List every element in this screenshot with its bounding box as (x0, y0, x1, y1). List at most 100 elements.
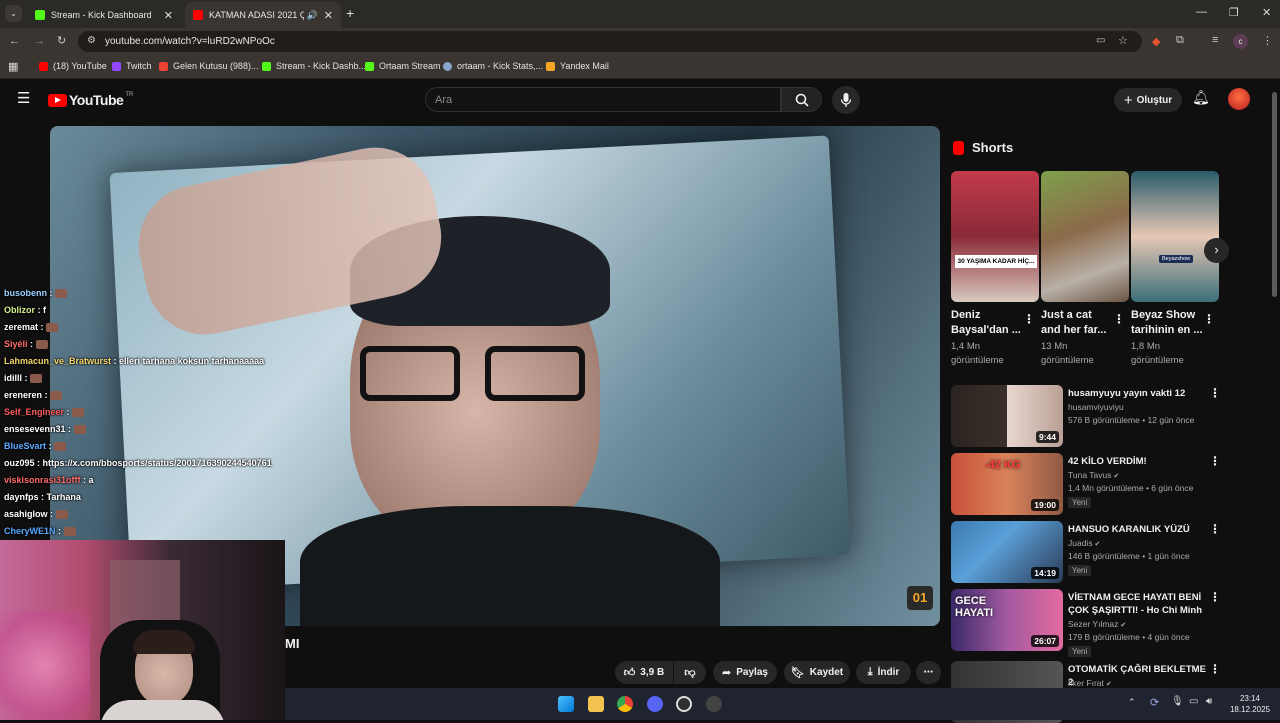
page-scrollbar[interactable] (1272, 92, 1277, 297)
bookmark-kick-stats[interactable]: ortaam - Kick Stats,... (443, 61, 543, 71)
reading-list-icon[interactable]: ≡ (1212, 34, 1218, 46)
short-menu-icon[interactable]: ⋮ (1113, 312, 1125, 326)
discord-icon[interactable] (647, 696, 663, 712)
share-button[interactable]: ➦ Paylaş (713, 661, 777, 684)
clock[interactable]: 23:14 18.12.2025 (1225, 693, 1275, 715)
profile-avatar[interactable]: c (1233, 34, 1248, 49)
video-menu-icon[interactable]: ⋮ (1209, 386, 1221, 400)
obs-icon[interactable] (676, 696, 692, 712)
bookmark-ortaam-stream[interactable]: Ortaam Stream (365, 61, 441, 71)
video-menu-icon[interactable]: ⋮ (1209, 662, 1221, 676)
chat-message: daynfps : Tarhana (4, 492, 81, 502)
like-button[interactable]: 👍︎ 3,9 B (615, 661, 673, 684)
bookmark-twitch[interactable]: Twitch (112, 61, 152, 71)
tray-mic-icon[interactable]: 🎙︎ (1171, 696, 1184, 707)
back-icon[interactable]: ← (9, 35, 20, 47)
tray-sync-icon[interactable]: ⟳ (1150, 696, 1159, 709)
windows-taskbar: ⌃ ⟳ 🎙︎ ▭ 🔊︎ 23:14 18.12.2025 (285, 688, 1280, 720)
dislike-button[interactable]: 👎︎ (674, 661, 706, 684)
chrome-icon[interactable] (617, 696, 633, 712)
audio-playing-icon[interactable]: 🔊 (307, 10, 318, 21)
video-meta: 576 B görüntüleme • 12 gün önce (1068, 415, 1195, 425)
chrome-menu-icon[interactable]: ⋮ (1262, 34, 1273, 47)
glasses (350, 346, 605, 406)
bookmark-youtube[interactable]: (18) YouTube (39, 61, 107, 71)
address-bar[interactable]: ⚙ youtube.com/watch?v=luRD2wNPoOc ▭ ☆ (78, 31, 1142, 52)
bookmark-kick-dashboard[interactable]: Stream - Kick Dashb... (262, 61, 366, 71)
voice-search-button[interactable] (832, 86, 860, 114)
video-menu-icon[interactable]: ⋮ (1209, 590, 1221, 604)
channel-name[interactable]: husamviyuviyu (1068, 402, 1124, 412)
close-tab-icon[interactable]: ✕ (164, 9, 173, 22)
bookmarks-bar: ▦ (18) YouTube Twitch Gelen Kutusu (988)… (0, 55, 1280, 79)
close-tab-icon[interactable]: ✕ (324, 9, 333, 22)
reload-icon[interactable]: ↻ (57, 34, 66, 47)
save-button[interactable]: 🔖︎ Kaydet (784, 661, 850, 684)
close-window-icon[interactable]: ✕ (1262, 6, 1271, 19)
video-title[interactable]: HANSUO KARANLIK YÜZÜ (1068, 523, 1208, 536)
region-code: TR (125, 92, 134, 98)
short-menu-icon[interactable]: ⋮ (1023, 312, 1035, 326)
apps-grid-icon[interactable]: ▦ (8, 60, 18, 73)
chat-username: CheryWE1N (4, 526, 56, 536)
video-title[interactable]: 42 KİLO VERDİM! (1068, 455, 1208, 468)
chat-message: Self_Engineer : (4, 407, 85, 418)
video-title[interactable]: husamyuyu yayın vakti 12 (1068, 387, 1208, 400)
video-thumbnail[interactable]: 9:44 (951, 385, 1063, 447)
short-thumbnail[interactable]: 30 YAŞIMA KADAR HİÇ... (951, 171, 1039, 302)
chat-separator: : (65, 424, 74, 434)
chat-username: zeremat (4, 322, 39, 332)
shorts-next-button[interactable]: › (1204, 238, 1229, 263)
search-input[interactable]: Ara (425, 87, 781, 112)
new-tab-button[interactable]: + (346, 5, 354, 21)
tab-kick-dashboard[interactable]: Stream - Kick Dashboard ✕ (27, 2, 181, 28)
short-menu-icon[interactable]: ⋮ (1203, 312, 1215, 326)
channel-name[interactable]: İlker Fırat ✔ (1068, 678, 1112, 688)
tray-network-icon[interactable]: ▭ (1189, 696, 1198, 707)
bookmark-gmail[interactable]: Gelen Kutusu (988)... (159, 61, 259, 71)
restore-icon[interactable]: ❐ (1229, 6, 1239, 19)
chat-username: viskisonrasi31offf (4, 475, 81, 485)
tray-volume-icon[interactable]: 🔊︎ (1206, 696, 1212, 707)
channel-avatar[interactable] (1228, 88, 1250, 110)
bookmark-star-icon[interactable]: ☆ (1118, 34, 1128, 47)
app-icon[interactable] (706, 696, 722, 712)
extensions-puzzle-icon[interactable]: ⧉ (1176, 34, 1184, 47)
video-thumbnail[interactable]: -42 KG 19:00 (951, 453, 1063, 515)
windows-start-icon[interactable] (558, 696, 574, 712)
cast-icon[interactable]: ▭ (1096, 35, 1105, 46)
search-button[interactable] (781, 87, 822, 112)
minimize-icon[interactable]: — (1196, 6, 1207, 18)
video-title[interactable]: VİETNAM GECE HAYATI BENİ ÇOK ŞAŞIRTTI! -… (1068, 591, 1208, 617)
new-badge: Yeni (1068, 565, 1092, 576)
extension-fox-icon[interactable]: ◆ (1152, 35, 1160, 48)
youtube-logo[interactable]: YouTube TR (48, 92, 133, 108)
chat-separator: : (111, 356, 120, 366)
chat-text: https://x.com/bbosports/status/200171639… (42, 458, 272, 468)
short-title[interactable]: Deniz Baysal'dan ... (951, 308, 1023, 338)
short-thumbnail[interactable]: Beyazshow (1131, 171, 1219, 302)
channel-name[interactable]: Juadis ✔ (1068, 538, 1100, 548)
bookmark-yandex-mail[interactable]: Yandex Mail (546, 61, 609, 71)
video-thumbnail[interactable]: 14:19 (951, 521, 1063, 583)
channel-name[interactable]: Sezer Yılmaz ✔ (1068, 619, 1126, 629)
hamburger-menu-icon[interactable]: ☰ (17, 89, 30, 107)
tab-search-button[interactable]: ⌄ (5, 5, 22, 22)
video-thumbnail[interactable]: GECE HAYATI 26:07 (951, 589, 1063, 651)
create-button[interactable]: + Oluştur (1114, 88, 1182, 112)
notifications-bell-icon[interactable]: 🔔︎ (1192, 89, 1210, 106)
short-thumbnail[interactable] (1041, 171, 1129, 302)
tray-chevron-icon[interactable]: ⌃ (1128, 697, 1136, 708)
short-title[interactable]: Beyaz Show tarihinin en ... (1131, 308, 1203, 338)
chat-message: ouz095 : https://x.com/bbosports/status/… (4, 458, 272, 468)
download-button[interactable]: ⤓ İndir (856, 661, 911, 684)
video-menu-icon[interactable]: ⋮ (1209, 522, 1221, 536)
video-menu-icon[interactable]: ⋮ (1209, 454, 1221, 468)
tab-youtube-video[interactable]: KATMAN ADASI 2021 ÇAKAL 🔊 ✕ (185, 2, 341, 28)
file-explorer-icon[interactable] (588, 696, 604, 712)
channel-name[interactable]: Tuna Tavus ✔ (1068, 470, 1119, 480)
forward-icon[interactable]: → (34, 35, 45, 47)
short-title[interactable]: Just a cat and her far... (1041, 308, 1113, 338)
site-info-icon[interactable]: ⚙ (87, 35, 96, 46)
more-actions-button[interactable]: ⋯ (916, 661, 941, 684)
